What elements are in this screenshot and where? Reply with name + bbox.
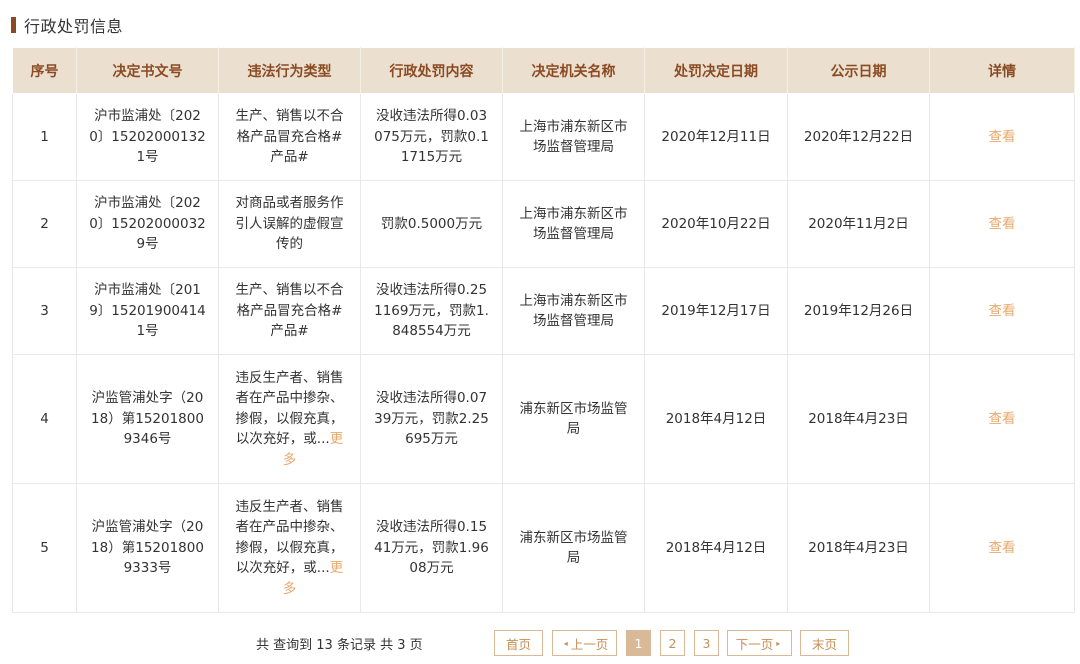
cell-penalty-content: 没收违法所得0.251169万元，罚款1.848554万元 <box>360 267 503 355</box>
penalty-table: 序号 决定书文号 违法行为类型 行政处罚内容 决定机关名称 处罚决定日期 公示日… <box>12 47 1075 613</box>
cell-doc-number: 沪市监浦处〔2020〕152020000329号 <box>76 180 219 268</box>
view-detail-link[interactable]: 查看 <box>989 540 1016 556</box>
cell-no: 3 <box>12 267 77 355</box>
cell-authority: 浦东新区市场监管局 <box>502 483 645 613</box>
header-detail: 详情 <box>929 47 1075 94</box>
prev-page-button[interactable]: ◂ 上一页 <box>552 630 617 656</box>
table-row: 1 沪市监浦处〔2020〕152020001321号 生产、销售以不合格产品冒充… <box>12 93 1075 181</box>
cell-no: 5 <box>12 483 77 613</box>
header-no: 序号 <box>12 47 77 94</box>
cell-decision-date: 2018年4月12日 <box>644 354 788 484</box>
cell-decision-date: 2020年12月11日 <box>644 93 788 181</box>
section-title-text: 行政处罚信息 <box>24 17 124 36</box>
cell-detail: 查看 <box>929 354 1075 484</box>
cell-detail: 查看 <box>929 267 1075 355</box>
header-violation-type: 违法行为类型 <box>218 47 361 94</box>
section-title: 行政处罚信息 <box>11 14 123 36</box>
cell-violation-type: 生产、销售以不合格产品冒充合格#产品# <box>218 267 361 355</box>
cell-detail: 查看 <box>929 93 1075 181</box>
cell-publish-date: 2019年12月26日 <box>787 267 930 355</box>
table-row: 2 沪市监浦处〔2020〕152020000329号 对商品或者服务作引人误解的… <box>12 180 1075 268</box>
next-page-label: 下一页 <box>735 636 774 652</box>
last-page-button[interactable]: 末页 <box>800 630 849 656</box>
cell-doc-number: 沪监管浦处字（2018）第152018009333号 <box>76 483 219 613</box>
cell-authority: 浦东新区市场监管局 <box>502 354 645 484</box>
table-row: 3 沪市监浦处〔2019〕152019004141号 生产、销售以不合格产品冒充… <box>12 267 1075 355</box>
view-detail-link[interactable]: 查看 <box>989 411 1016 427</box>
cell-no: 1 <box>12 93 77 181</box>
first-page-button[interactable]: 首页 <box>494 630 543 656</box>
header-doc-number: 决定书文号 <box>76 47 219 94</box>
page-button-3[interactable]: 3 <box>694 630 719 656</box>
cell-authority: 上海市浦东新区市场监督管理局 <box>502 93 645 181</box>
violation-type-text: 违反生产者、销售者在产品中掺杂、掺假，以假充真，以次充好，或... <box>235 498 344 577</box>
cell-decision-date: 2019年12月17日 <box>644 267 788 355</box>
header-decision-date: 处罚决定日期 <box>644 47 788 94</box>
header-penalty-content: 行政处罚内容 <box>360 47 503 94</box>
violation-type-text: 违反生产者、销售者在产品中掺杂、掺假，以假充真，以次充好，或... <box>235 369 344 448</box>
cell-penalty-content: 没收违法所得0.1541万元，罚款1.9608万元 <box>360 483 503 613</box>
header-authority: 决定机关名称 <box>502 47 645 94</box>
cell-decision-date: 2018年4月12日 <box>644 483 788 613</box>
page-button-1[interactable]: 1 <box>626 630 651 656</box>
cell-no: 4 <box>12 354 77 484</box>
view-detail-link[interactable]: 查看 <box>989 303 1016 319</box>
cell-doc-number: 沪市监浦处〔2019〕152019004141号 <box>76 267 219 355</box>
title-accent-bar <box>11 17 16 33</box>
pagination-summary: 共 查询到 13 条记录 共 3 页 <box>256 638 423 653</box>
table-row: 4 沪监管浦处字（2018）第152018009346号 违反生产者、销售者在产… <box>12 354 1075 484</box>
cell-violation-type: 违反生产者、销售者在产品中掺杂、掺假，以假充真，以次充好，或...更多 <box>218 483 361 613</box>
header-publish-date: 公示日期 <box>787 47 930 94</box>
chevron-right-icon: ▸ <box>776 638 781 648</box>
cell-penalty-content: 没收违法所得0.0739万元，罚款2.25695万元 <box>360 354 503 484</box>
cell-penalty-content: 罚款0.5000万元 <box>360 180 503 268</box>
cell-publish-date: 2020年12月22日 <box>787 93 930 181</box>
pagination: 共 查询到 13 条记录 共 3 页 首页 ◂ 上一页 1 2 3 下一页 ▸ 末页 <box>0 630 1080 656</box>
view-detail-link[interactable]: 查看 <box>989 129 1016 145</box>
view-detail-link[interactable]: 查看 <box>989 216 1016 232</box>
page-button-2[interactable]: 2 <box>660 630 685 656</box>
prev-page-label: 上一页 <box>570 636 609 652</box>
cell-detail: 查看 <box>929 483 1075 613</box>
cell-violation-type: 对商品或者服务作引人误解的虚假宣传的 <box>218 180 361 268</box>
cell-publish-date: 2020年11月2日 <box>787 180 930 268</box>
cell-authority: 上海市浦东新区市场监督管理局 <box>502 180 645 268</box>
cell-publish-date: 2018年4月23日 <box>787 354 930 484</box>
chevron-left-icon: ◂ <box>563 638 568 648</box>
cell-violation-type: 生产、销售以不合格产品冒充合格#产品# <box>218 93 361 181</box>
penalty-table-container: 序号 决定书文号 违法行为类型 行政处罚内容 决定机关名称 处罚决定日期 公示日… <box>12 47 1075 613</box>
cell-doc-number: 沪监管浦处字（2018）第152018009346号 <box>76 354 219 484</box>
cell-decision-date: 2020年10月22日 <box>644 180 788 268</box>
cell-no: 2 <box>12 180 77 268</box>
table-row: 5 沪监管浦处字（2018）第152018009333号 违反生产者、销售者在产… <box>12 483 1075 613</box>
next-page-button[interactable]: 下一页 ▸ <box>727 630 792 656</box>
table-header-row: 序号 决定书文号 违法行为类型 行政处罚内容 决定机关名称 处罚决定日期 公示日… <box>12 47 1075 94</box>
cell-publish-date: 2018年4月23日 <box>787 483 930 613</box>
cell-penalty-content: 没收违法所得0.03075万元，罚款0.11715万元 <box>360 93 503 181</box>
cell-violation-type: 违反生产者、销售者在产品中掺杂、掺假，以假充真，以次充好，或...更多 <box>218 354 361 484</box>
cell-authority: 上海市浦东新区市场监督管理局 <box>502 267 645 355</box>
cell-doc-number: 沪市监浦处〔2020〕152020001321号 <box>76 93 219 181</box>
cell-detail: 查看 <box>929 180 1075 268</box>
